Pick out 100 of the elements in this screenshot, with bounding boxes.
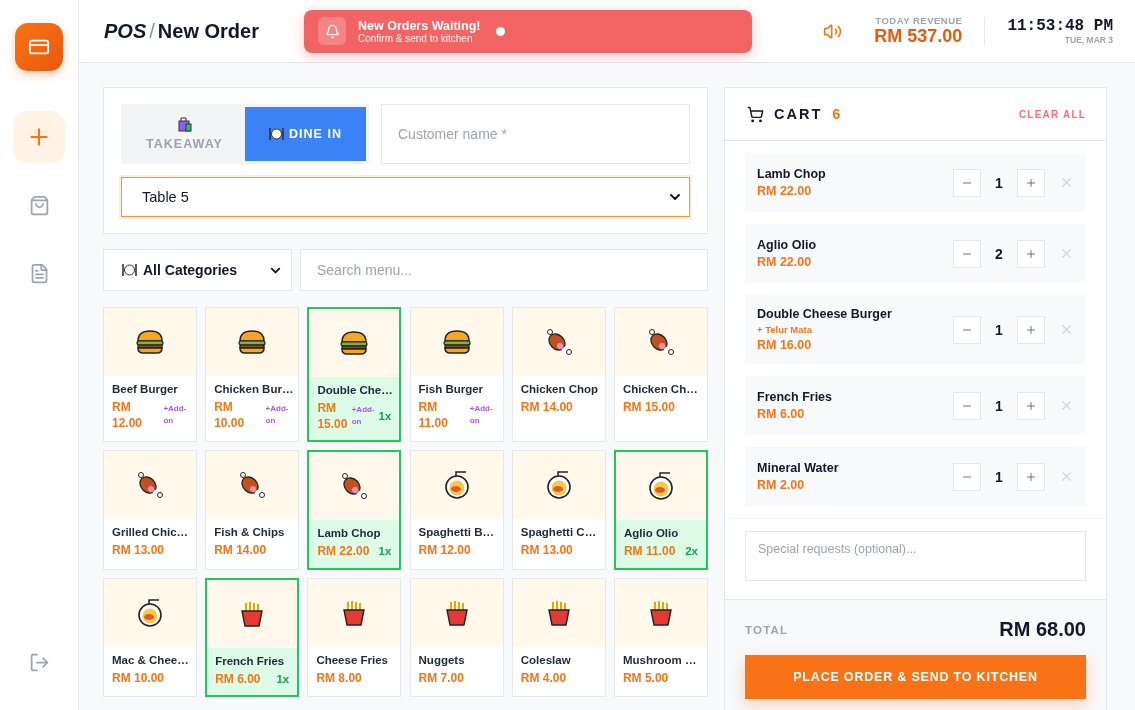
menu-item-card[interactable]: French Fries RM 6.00 1x: [205, 577, 300, 697]
cart-item-price: RM 16.00: [757, 338, 813, 352]
menu-item-card[interactable]: Fish & Chips RM 14.00: [205, 450, 300, 570]
menu-item-price: RM 4.00: [520, 669, 567, 686]
cart-count: 6: [832, 106, 841, 122]
cart-item-quantity: 1: [994, 174, 1004, 191]
menu-item-card[interactable]: Cheese Fries RM 8.00: [307, 577, 402, 697]
menu-item-card[interactable]: Lamb Chop RM 22.00 1x: [307, 450, 402, 570]
cart-item-name: French Fries: [757, 390, 834, 404]
increase-button[interactable]: [1017, 391, 1045, 420]
remove-button[interactable]: [1059, 469, 1074, 484]
menu-item-card[interactable]: Spaghetti B… RM 12.00: [409, 450, 504, 570]
quantity-label: 2x: [685, 545, 698, 558]
speaker-icon[interactable]: [823, 21, 843, 41]
search-input[interactable]: Search menu...: [300, 249, 708, 291]
menu-item-price: RM 11.00: [623, 543, 676, 560]
menu-item-card[interactable]: Chicken Bur… RM 10.00 +Add-on: [205, 307, 300, 443]
increase-button[interactable]: [1017, 462, 1045, 491]
decrease-button[interactable]: [953, 239, 981, 268]
burger-icon: [135, 329, 165, 355]
menu-item-card[interactable]: Nuggets RM 7.00: [409, 577, 504, 697]
drumstick-icon: [237, 470, 268, 501]
table-select[interactable]: Table 5: [121, 177, 690, 217]
notification-subtitle: Confirm & send to kitchen: [358, 32, 473, 44]
menu-item-card[interactable]: Chicken Chop RM 14.00: [511, 307, 606, 443]
remove-button[interactable]: [1059, 322, 1074, 337]
cart-item-price: RM 6.00: [757, 407, 806, 421]
brand-name: POS: [104, 19, 147, 43]
increase-button[interactable]: [1017, 315, 1045, 344]
remove-button[interactable]: [1059, 246, 1074, 261]
category-select[interactable]: All Categories: [103, 249, 292, 291]
close-icon: [1059, 322, 1074, 337]
menu-item-name: Fish Burger: [418, 383, 485, 395]
plate-icon: [269, 127, 285, 141]
fries-icon: [647, 598, 674, 627]
remove-button[interactable]: [1059, 398, 1074, 413]
menu-item-price: RM 10.00: [214, 399, 246, 432]
menu-item-price: RM 7.00: [418, 669, 464, 686]
menu-item-price: RM 15.00: [317, 400, 348, 433]
menu-item-card[interactable]: Fish Burger RM 11.00 +Add-on: [409, 307, 504, 443]
close-icon: [1059, 469, 1074, 484]
special-requests-input[interactable]: Special requests (optional)...: [745, 531, 1086, 581]
menu-item-card[interactable]: Mac & Chee… RM 10.00: [103, 577, 197, 697]
menu-item-price: RM 8.00: [316, 669, 362, 686]
menu-item-price: RM 13.00: [112, 542, 165, 559]
menu-item-name: Coleslaw: [520, 653, 572, 666]
menu-item-name: French Fries: [215, 654, 286, 667]
logout-icon: [28, 651, 50, 673]
decrease-button[interactable]: [953, 315, 981, 344]
quantity-label: 1x: [276, 672, 290, 685]
drumstick-icon: [339, 471, 370, 502]
addon-label: +Add-on: [351, 404, 375, 429]
menu-item-card[interactable]: Grilled Chic… RM 13.00: [103, 450, 197, 570]
fries-icon: [443, 598, 470, 627]
fries-icon: [239, 599, 266, 628]
menu-item-price: RM 22.00: [317, 543, 370, 560]
decrease-button[interactable]: [953, 462, 981, 491]
plus-icon: [1025, 323, 1037, 336]
shopping-bag-icon: [28, 194, 50, 216]
cart-icon: [747, 105, 764, 123]
app-logo[interactable]: [15, 23, 63, 71]
menu-item-card[interactable]: Chicken Ch… RM 15.00: [613, 307, 708, 443]
menu-item-price: RM 14.00: [214, 542, 267, 559]
close-icon: [1059, 246, 1074, 261]
menu-item-card[interactable]: Beef Burger RM 12.00 +Add-on: [103, 307, 197, 443]
burger-icon: [339, 330, 370, 356]
addon-label: +Add-on: [163, 403, 188, 428]
menu-item-card[interactable]: Aglio Olio RM 11.00 2x: [613, 450, 708, 570]
menu-item-card[interactable]: Coleslaw RM 4.00: [511, 577, 606, 697]
decrease-button[interactable]: [953, 168, 981, 197]
menu-item-name: Spaghetti B…: [418, 526, 495, 539]
menu-item-price: RM 13.00: [520, 542, 573, 559]
increase-button[interactable]: [1017, 239, 1045, 268]
total-value: RM 68.00: [999, 618, 1086, 641]
menu-item-name: Cheese Fries: [316, 653, 389, 666]
menu-item-card[interactable]: Mushroom … RM 5.00: [613, 577, 708, 697]
customer-name-input[interactable]: Customer name *: [381, 104, 690, 164]
cart-item-price: RM 22.00: [757, 255, 813, 269]
notification-title: New Orders Waiting!: [358, 18, 481, 33]
menu-item-price: RM 5.00: [622, 669, 669, 686]
total-label: TOTAL: [745, 623, 789, 636]
burger-icon: [441, 329, 472, 355]
decrease-button[interactable]: [953, 391, 981, 420]
plus-icon: [1025, 470, 1037, 483]
order-type-tab[interactable]: DINE IN: [245, 107, 366, 161]
fries-icon: [545, 598, 572, 627]
cart-item-name: Double Cheese Burger: [757, 307, 893, 321]
menu-item-card[interactable]: Spaghetti C… RM 13.00: [511, 450, 606, 570]
cart-item-price: RM 2.00: [757, 478, 806, 492]
menu-item-name: Chicken Bur…: [214, 383, 291, 395]
close-icon: [1059, 398, 1074, 413]
cart-item-quantity: 2: [994, 245, 1004, 262]
menu-item-name: Spaghetti C…: [520, 526, 597, 539]
pasta-bowl-icon: [135, 597, 165, 628]
addon-label: +Add-on: [469, 403, 494, 428]
increase-button[interactable]: [1017, 168, 1045, 197]
revenue-value: RM 537.00: [874, 26, 963, 47]
remove-button[interactable]: [1059, 175, 1074, 190]
plate-icon: [122, 263, 137, 277]
sidebar-item[interactable]: [13, 111, 65, 163]
